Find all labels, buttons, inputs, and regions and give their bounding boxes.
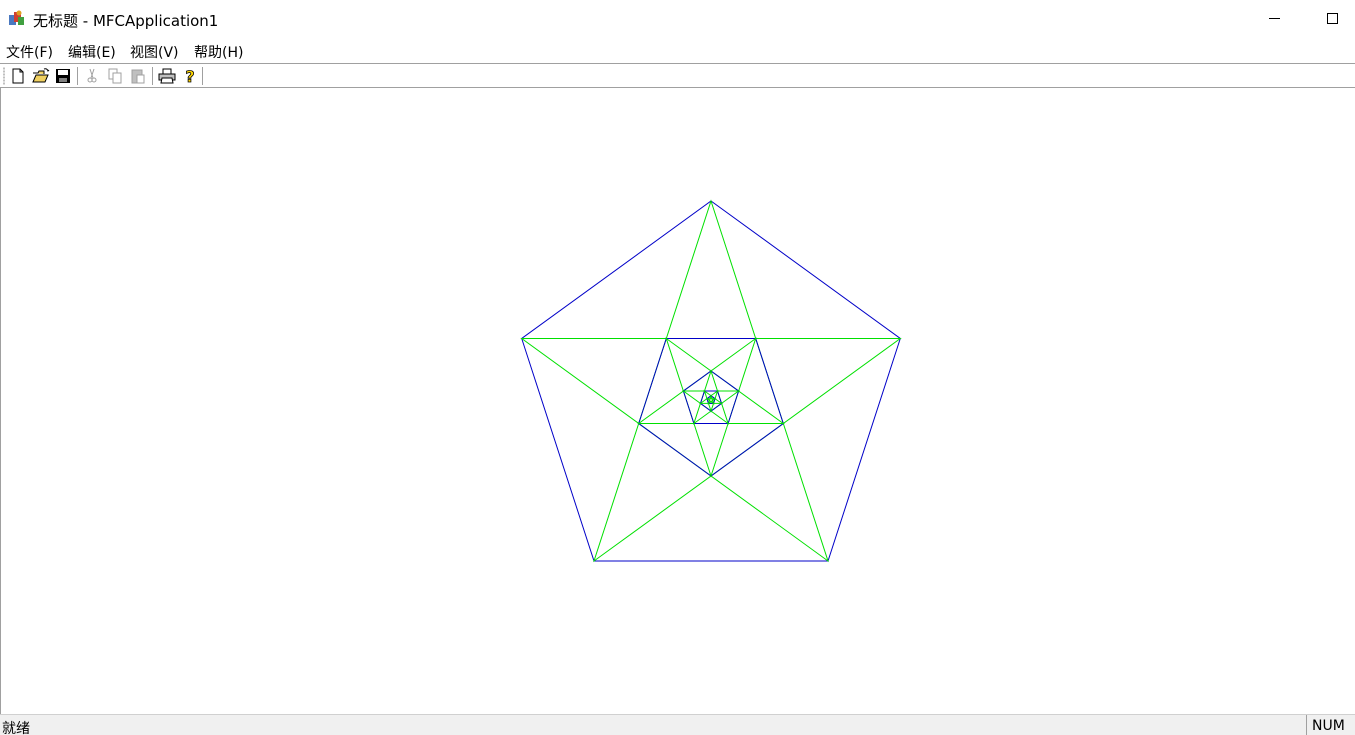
copy-icon[interactable] xyxy=(105,66,125,86)
app-icon xyxy=(9,10,24,25)
menu-edit[interactable]: 编辑(E) xyxy=(68,42,116,62)
print-icon[interactable] xyxy=(157,66,177,86)
num-lock-indicator: NUM xyxy=(1312,718,1345,734)
title-bar[interactable]: 无标题 - MFCApplication1 xyxy=(0,0,1355,38)
status-text: 就绪 xyxy=(2,721,30,735)
open-folder-icon[interactable] xyxy=(31,66,51,86)
save-icon[interactable] xyxy=(53,66,73,86)
paste-icon[interactable] xyxy=(128,66,148,86)
pentagon-outline xyxy=(521,200,901,562)
pentagram-star xyxy=(637,337,785,478)
toolbar: ? xyxy=(0,63,1355,88)
app-window: 无标题 - MFCApplication1 文件(F) 编辑(E) 视图(V) … xyxy=(0,0,1355,735)
maximize-button[interactable] xyxy=(1309,0,1355,38)
menu-help[interactable]: 帮助(H) xyxy=(194,42,243,62)
window-title: 无标题 - MFCApplication1 xyxy=(33,12,219,30)
menu-bar: 文件(F) 编辑(E) 视图(V) 帮助(H) xyxy=(0,38,1355,63)
client-area[interactable] xyxy=(0,88,1355,714)
toolbar-grip[interactable] xyxy=(3,67,5,85)
help-icon[interactable]: ? xyxy=(180,66,200,86)
minimize-icon xyxy=(1269,18,1280,19)
status-indicator-pane: NUM xyxy=(1306,715,1355,735)
svg-text:?: ? xyxy=(185,67,194,86)
menu-view[interactable]: 视图(V) xyxy=(130,42,179,62)
drawing-canvas xyxy=(520,199,902,563)
maximize-icon xyxy=(1327,13,1338,24)
new-file-icon[interactable] xyxy=(8,66,28,86)
toolbar-separator xyxy=(77,67,78,85)
toolbar-separator xyxy=(202,67,203,85)
cut-icon[interactable] xyxy=(82,66,102,86)
minimize-button[interactable] xyxy=(1252,0,1298,38)
pentagram-star xyxy=(520,199,902,563)
status-bar: 就绪 NUM xyxy=(0,714,1355,735)
toolbar-separator xyxy=(152,67,153,85)
menu-file[interactable]: 文件(F) xyxy=(6,42,53,62)
